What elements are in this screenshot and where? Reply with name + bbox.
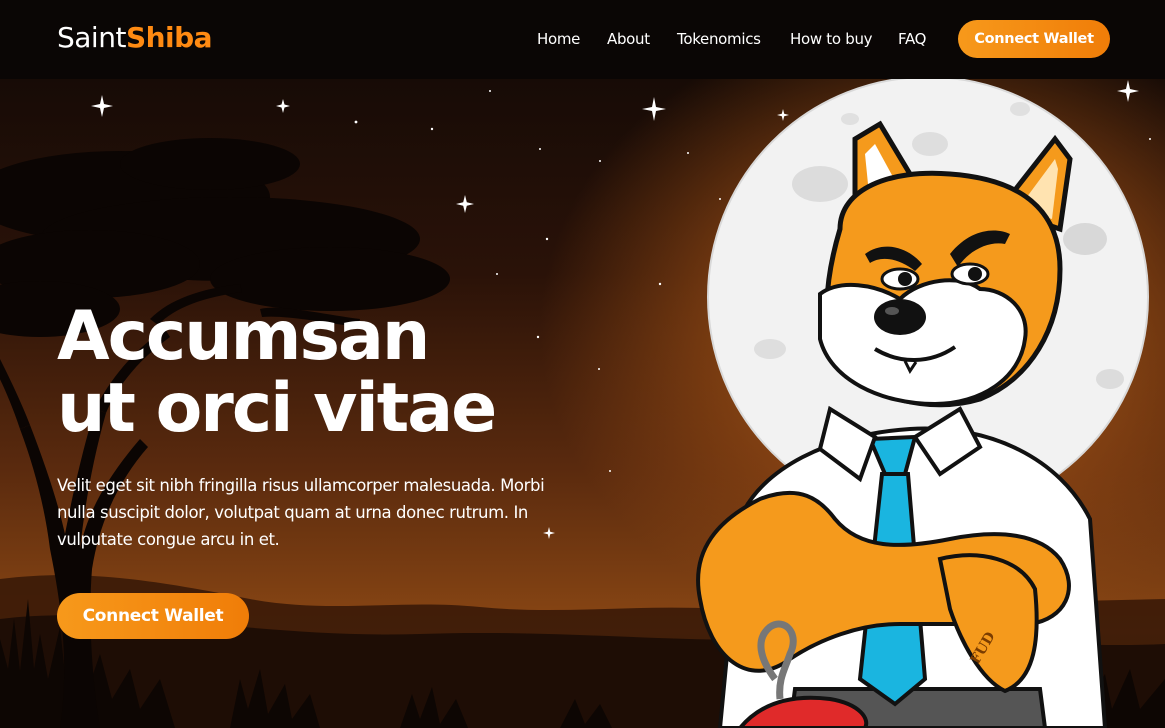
nav-item-tokenomics[interactable]: Tokenomics bbox=[677, 30, 761, 48]
headline-line-1: Accumsan bbox=[57, 297, 430, 376]
nav-item-how-to-buy[interactable]: How to buy bbox=[790, 30, 873, 48]
nav-item-about[interactable]: About bbox=[607, 30, 650, 48]
top-nav-bar: SaintShiba Home About Tokenomics How to … bbox=[0, 0, 1165, 79]
brand-name-part1: Saint bbox=[57, 21, 126, 54]
nav-item-home[interactable]: Home bbox=[537, 30, 580, 48]
hero-section: FUD Accumsan ut orci vitae Velit eget si… bbox=[0, 79, 1165, 728]
brand-name-part2: Shiba bbox=[125, 21, 213, 54]
brand-logo[interactable]: SaintShiba bbox=[57, 21, 213, 54]
headline-line-2: ut orci vitae bbox=[57, 369, 497, 448]
hero-headline: Accumsan ut orci vitae bbox=[57, 297, 497, 448]
hero-description: Velit eget sit nibh fringilla risus ulla… bbox=[57, 476, 545, 549]
header-connect-wallet-button[interactable]: Connect Wallet bbox=[958, 20, 1110, 58]
hero-connect-wallet-button[interactable]: Connect Wallet bbox=[57, 593, 249, 639]
saint-shiba-mascot: FUD bbox=[696, 79, 1149, 728]
nav-item-faq[interactable]: FAQ bbox=[898, 30, 926, 48]
